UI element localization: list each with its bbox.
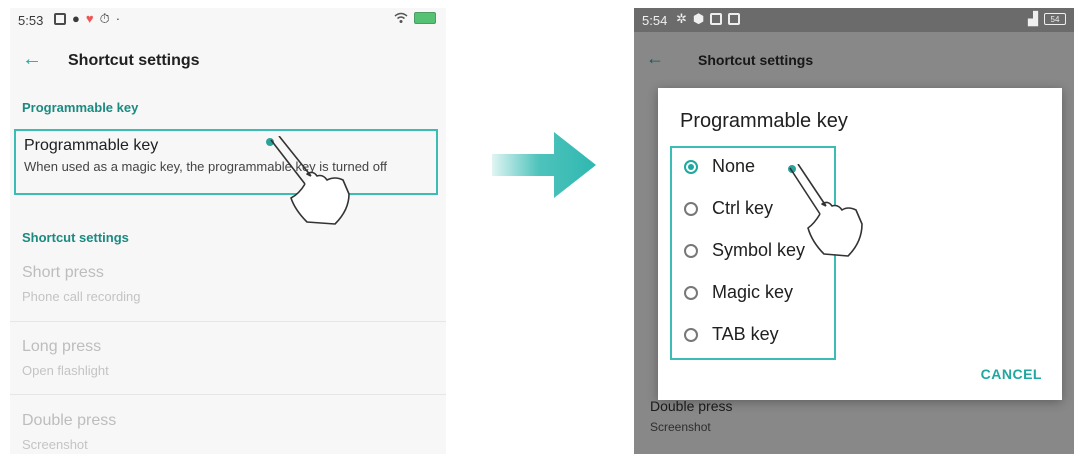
item-subtitle: Phone call recording xyxy=(22,289,141,304)
dot-icon: · xyxy=(115,11,121,26)
battery-icon: 54 xyxy=(1044,13,1066,25)
item-subtitle: When used as a magic key, the programmab… xyxy=(24,159,387,174)
cancel-button[interactable]: CANCEL xyxy=(981,366,1042,382)
status-bar: 5:54 ✲ ⬢ ▟ 54 xyxy=(634,8,1074,32)
right-arrow-icon xyxy=(492,132,596,198)
pointing-hand-icon xyxy=(789,164,863,257)
option-tab-key[interactable]: TAB key xyxy=(672,316,832,356)
shield-icon: ⬢ xyxy=(692,11,705,26)
left-phone-screen: 5:53 ● ♥ ⏱ · ← Shortcut settings Program… xyxy=(10,8,446,454)
radio-icon[interactable] xyxy=(684,202,698,216)
pointing-hand-icon xyxy=(270,136,350,225)
option-label: TAB key xyxy=(712,324,779,344)
section-header-shortcut-settings: Shortcut settings xyxy=(22,230,129,245)
status-notification-icons: ● ♥ ⏱ · xyxy=(54,12,120,26)
status-system-icons xyxy=(394,12,436,24)
image-icon xyxy=(710,13,723,25)
right-phone-screen: 5:54 ✲ ⬢ ▟ 54 ← Shortcut settings Double… xyxy=(634,8,1074,454)
app-bar: ← Shortcut settings xyxy=(10,40,446,80)
wifi-icon xyxy=(394,12,408,23)
radio-icon[interactable] xyxy=(684,244,698,258)
item-title: Short press xyxy=(22,264,104,281)
status-bar: 5:53 ● ♥ ⏱ · xyxy=(10,8,446,32)
dialog-title: Programmable key xyxy=(680,110,848,132)
item-title: Programmable key xyxy=(24,137,159,154)
divider xyxy=(10,394,446,395)
option-label: Ctrl key xyxy=(712,198,774,218)
item-subtitle: Open flashlight xyxy=(22,363,109,378)
option-label: Magic key xyxy=(712,282,794,302)
item-title: Long press xyxy=(22,338,102,355)
battery-icon xyxy=(414,12,436,24)
section-header-programmable-key: Programmable key xyxy=(22,100,139,115)
signal-icon: ▟ xyxy=(1028,11,1038,26)
heart-icon: ♥ xyxy=(85,11,94,26)
radio-selected-icon[interactable] xyxy=(684,160,698,174)
radio-icon[interactable] xyxy=(684,328,698,342)
divider xyxy=(10,321,446,322)
timer-icon: ⏱ xyxy=(99,11,110,26)
status-notification-icons: ✲ ⬢ xyxy=(676,11,741,26)
option-magic-key[interactable]: Magic key xyxy=(672,274,832,314)
item-subtitle: Screenshot xyxy=(22,437,88,452)
radio-icon[interactable] xyxy=(684,286,698,300)
item-title: Double press xyxy=(22,412,117,429)
message-icon xyxy=(54,13,66,25)
status-time: 5:54 xyxy=(642,13,668,28)
status-system-icons: ▟ 54 xyxy=(1028,12,1066,26)
gear-icon: ✲ xyxy=(676,11,687,26)
status-time: 5:53 xyxy=(18,13,44,28)
option-label: None xyxy=(712,156,756,176)
programmable-key-dialog: Programmable key None Ctrl key Symbol ke… xyxy=(658,88,1062,400)
chat-icon: ● xyxy=(72,11,80,26)
arrow-left-icon[interactable]: ← xyxy=(22,48,42,71)
alert-icon xyxy=(728,13,741,25)
programmable-key-item[interactable]: Programmable key When used as a magic ke… xyxy=(14,129,438,195)
page-title: Shortcut settings xyxy=(68,52,200,69)
